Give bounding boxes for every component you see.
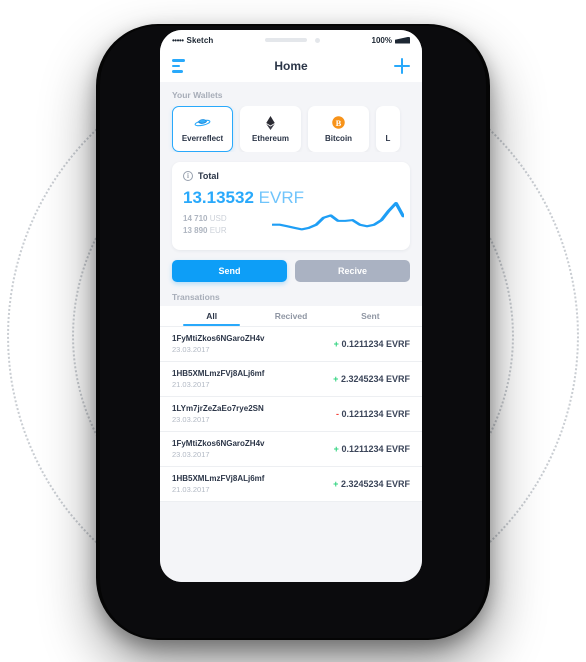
transaction-info: 1HB5XMLmzFVj8ALj6mf 21.03.2017 bbox=[172, 474, 264, 494]
wallet-card-partial[interactable]: L bbox=[376, 106, 400, 152]
wallet-card-list[interactable]: Everreflect Ethereum B Bitcoin L bbox=[160, 106, 422, 152]
status-bar-center bbox=[213, 37, 371, 43]
balance-card: i Total 13.13532 EVRF 14 710 USD 13 890 … bbox=[172, 162, 410, 250]
carrier-label: Sketch bbox=[186, 35, 214, 45]
wallet-label: Bitcoin bbox=[324, 134, 353, 143]
tab-all[interactable]: All bbox=[172, 306, 251, 326]
total-row: i Total bbox=[183, 171, 399, 181]
total-label: Total bbox=[198, 171, 219, 181]
hamburger-line-3 bbox=[172, 70, 183, 73]
screen-content: Your Wallets Everreflect Ethereum B Bitc… bbox=[160, 82, 422, 582]
transaction-info: 1FyMtiZkos6NGaroZH4v 23.03.2017 bbox=[172, 439, 264, 459]
wallet-label: Ethereum bbox=[252, 134, 289, 143]
transaction-date: 21.03.2017 bbox=[172, 485, 210, 494]
table-row[interactable]: 1HB5XMLmzFVj8ALj6mf 21.03.2017 + 2.3245234… bbox=[160, 362, 422, 397]
ethereum-logo-icon bbox=[266, 115, 275, 130]
bitcoin-logo-icon: B bbox=[332, 115, 345, 130]
transaction-amount: + 0.1211234 EVRF bbox=[333, 444, 410, 454]
amount-plus-icon: + bbox=[333, 444, 339, 454]
status-bar-left: ••••• Sketch bbox=[172, 36, 213, 45]
hamburger-line-2 bbox=[172, 64, 180, 68]
transaction-amount: + 2.3245234 EVRF bbox=[333, 374, 410, 384]
transaction-date: 23.03.2017 bbox=[172, 345, 210, 354]
fiat-usd-currency: USD bbox=[209, 214, 227, 223]
transaction-info: 1HB5XMLmzFVj8ALj6mf 21.03.2017 bbox=[172, 369, 264, 389]
signal-dots-icon: ••••• bbox=[172, 35, 184, 45]
wallet-card-ethereum[interactable]: Ethereum bbox=[240, 106, 301, 152]
transaction-tabs: All Recived Sent bbox=[160, 306, 422, 326]
hamburger-menu-icon[interactable] bbox=[172, 59, 185, 73]
status-pill-indicator bbox=[264, 38, 307, 42]
transaction-list: 1FyMtiZkos6NGaroZH4v 23.03.2017 + 0.121123… bbox=[160, 326, 422, 502]
everreflect-logo-icon bbox=[194, 115, 211, 130]
transaction-date: 23.03.2017 bbox=[172, 450, 210, 459]
transaction-info: 1LYm7jrZeZaEo7rye2SN 23.03.2017 bbox=[172, 404, 264, 424]
page-root: ••••• Sketch 100% Home Your Wallets Ever… bbox=[0, 0, 586, 662]
wallet-label: L bbox=[385, 134, 391, 143]
amount-plus-icon: + bbox=[333, 479, 339, 489]
table-row[interactable]: 1FyMtiZkos6NGaroZH4v 23.03.2017 + 0.121123… bbox=[160, 432, 422, 467]
wallet-card-everreflect[interactable]: Everreflect bbox=[172, 106, 233, 152]
hamburger-line-1 bbox=[172, 59, 185, 62]
transaction-date: 23.03.2017 bbox=[172, 415, 210, 424]
amount-plus-icon: + bbox=[333, 374, 339, 384]
wallet-label: Everreflect bbox=[181, 134, 224, 143]
transaction-info: 1FyMtiZkos6NGaroZH4v 23.03.2017 bbox=[172, 334, 264, 354]
transactions-section-label: Transations bbox=[172, 292, 220, 302]
battery-percent-label: 100% bbox=[371, 35, 392, 45]
fiat-eur-value: 13 890 bbox=[183, 226, 208, 235]
receive-button[interactable]: Recive bbox=[295, 260, 410, 282]
send-button[interactable]: Send bbox=[172, 260, 287, 282]
transaction-address: 1FyMtiZkos6NGaroZH4v bbox=[172, 334, 265, 343]
transaction-amount: - 0.1211234 EVRF bbox=[335, 409, 410, 419]
phone-screen: ••••• Sketch 100% Home Your Wallets Ever… bbox=[160, 30, 422, 582]
page-title: Home bbox=[274, 59, 308, 73]
amount-plus-icon: + bbox=[333, 339, 339, 349]
tab-recived[interactable]: Recived bbox=[251, 306, 330, 326]
action-buttons: Send Recive bbox=[160, 250, 422, 282]
transaction-address: 1HB5XMLmzFVj8ALj6mf bbox=[172, 369, 265, 378]
status-bar-right: 100% bbox=[372, 36, 410, 45]
fiat-usd-value: 14 710 bbox=[183, 214, 208, 223]
wallets-section-label: Your Wallets bbox=[172, 90, 223, 100]
table-row[interactable]: 1FyMtiZkos6NGaroZH4v 23.03.2017 + 0.121123… bbox=[160, 327, 422, 362]
status-dot-indicator bbox=[314, 37, 320, 43]
table-row[interactable]: 1LYm7jrZeZaEo7rye2SN 23.03.2017 - 0.121123… bbox=[160, 397, 422, 432]
battery-icon bbox=[395, 36, 410, 44]
transaction-address: 1FyMtiZkos6NGaroZH4v bbox=[172, 439, 265, 448]
transaction-amount: + 2.3245234 EVRF bbox=[333, 479, 410, 489]
transaction-address: 1HB5XMLmzFVj8ALj6mf bbox=[172, 474, 265, 483]
info-icon[interactable]: i bbox=[183, 171, 193, 181]
amount-minus-icon: - bbox=[335, 409, 339, 419]
transaction-amount: + 0.1211234 EVRF bbox=[333, 339, 410, 349]
balance-sparkline-chart bbox=[272, 202, 404, 231]
wallet-card-bitcoin[interactable]: B Bitcoin bbox=[308, 106, 369, 152]
table-row[interactable]: 1HB5XMLmzFVj8ALj6mf 21.03.2017 + 2.3245234… bbox=[160, 467, 422, 502]
balance-amount-value: 13.13532 bbox=[183, 188, 254, 207]
plus-icon[interactable] bbox=[394, 58, 410, 74]
svg-text:B: B bbox=[336, 118, 342, 128]
nav-bar: Home bbox=[160, 50, 422, 82]
transaction-date: 21.03.2017 bbox=[172, 380, 210, 389]
status-bar: ••••• Sketch 100% bbox=[160, 30, 422, 50]
fiat-eur-currency: EUR bbox=[209, 226, 227, 235]
tab-sent[interactable]: Sent bbox=[331, 306, 410, 326]
transactions-panel: All Recived Sent 1FyMtiZkos6NGaroZH4v 23.… bbox=[160, 306, 422, 502]
transaction-address: 1LYm7jrZeZaEo7rye2SN bbox=[172, 404, 264, 413]
